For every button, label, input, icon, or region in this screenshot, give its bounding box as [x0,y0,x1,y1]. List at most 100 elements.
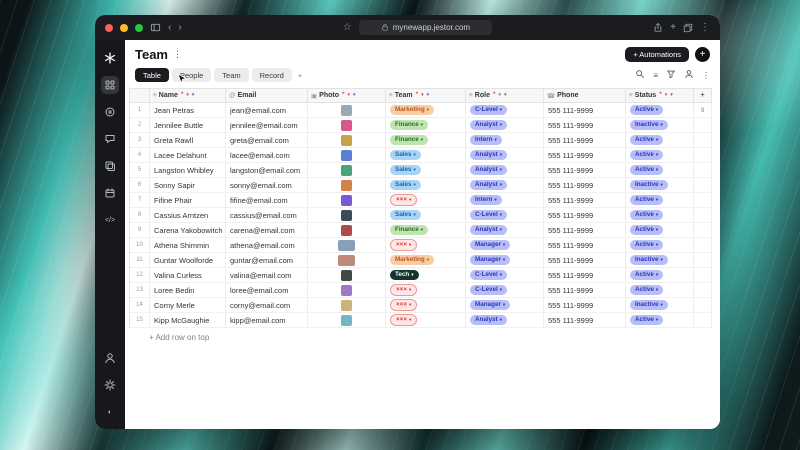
collaborators-icon[interactable] [684,69,694,81]
column-header-add[interactable]: + [694,89,712,103]
cell-extra[interactable] [694,283,712,298]
cell-status[interactable]: Active ▾ [626,208,694,223]
cell-status[interactable]: Active ▾ [626,283,694,298]
role-pill[interactable]: Manager ▾ [470,300,511,310]
row-number[interactable]: 12 [130,268,150,283]
status-pill[interactable]: Inactive ▾ [630,255,668,265]
cell-photo[interactable] [308,313,386,328]
status-pill[interactable]: Active ▾ [630,165,664,175]
cell-email[interactable]: jean@email.com [226,103,308,118]
cell-role[interactable]: C-Level ▾ [466,208,544,223]
theme-toggle-icon[interactable]: ◐ [101,403,119,421]
cell-status[interactable]: Active ▾ [626,313,694,328]
cell-extra[interactable] [694,163,712,178]
role-pill[interactable]: Analyst ▾ [470,315,508,325]
cell-name[interactable]: Cassius Arntzen [150,208,226,223]
role-pill[interactable]: C-Level ▾ [470,105,508,115]
cell-photo[interactable] [308,103,386,118]
team-pill[interactable]: Sales ▾ [390,165,421,175]
row-number[interactable]: 6 [130,178,150,193]
cell-email[interactable]: jennilee@email.com [226,118,308,133]
add-view-tab-button[interactable]: + [295,68,305,82]
team-pill[interactable]: ××× ▾ [390,284,418,296]
cell-extra[interactable] [694,193,712,208]
cell-name[interactable]: Loree Bedin [150,283,226,298]
team-pill[interactable]: Sales ▾ [390,210,421,220]
cell-phone[interactable]: 555 111-9999 [544,118,626,133]
share-icon[interactable] [653,22,663,33]
team-pill[interactable]: Finance ▾ [390,120,429,130]
column-header-name[interactable]: ≡ Name * ▾ ▾ [150,89,226,103]
status-pill[interactable]: Active ▾ [630,105,664,115]
cell-team[interactable]: ××× ▾ [386,283,466,298]
cell-status[interactable]: Inactive ▾ [626,178,694,193]
row-number[interactable]: 8 [130,208,150,223]
cell-status[interactable]: Active ▾ [626,163,694,178]
back-button[interactable]: ‹ [168,22,171,33]
cell-email[interactable]: sonny@email.com [226,178,308,193]
role-pill[interactable]: Analyst ▾ [470,150,508,160]
cell-team[interactable]: Tech ▾ [386,268,466,283]
cell-role[interactable]: C-Level ▾ [466,103,544,118]
cell-status[interactable]: Active ▾ [626,193,694,208]
cell-role[interactable]: C-Level ▾ [466,283,544,298]
cell-email[interactable]: cassius@email.com [226,208,308,223]
cell-email[interactable]: fifine@email.com [226,193,308,208]
cell-phone[interactable]: 555 111-9999 [544,148,626,163]
team-pill[interactable]: ××× ▾ [390,194,418,206]
cell-team[interactable]: Sales ▾ [386,178,466,193]
cell-photo[interactable] [308,253,386,268]
sidebar-item-chat[interactable] [101,130,119,148]
automations-button[interactable]: + Automations [625,47,689,62]
cell-extra[interactable] [694,238,712,253]
role-pill[interactable]: Analyst ▾ [470,180,508,190]
row-number[interactable]: 13 [130,283,150,298]
status-pill[interactable]: Active ▾ [630,210,664,220]
cell-name[interactable]: Langston Whibley [150,163,226,178]
tab-record[interactable]: Record [251,68,292,82]
team-pill[interactable]: Tech ▾ [390,270,419,280]
zoom-window-button[interactable] [135,23,143,32]
cell-team[interactable]: ××× ▾ [386,313,466,328]
status-pill[interactable]: Active ▾ [630,270,664,280]
cell-role[interactable]: Analyst ▾ [466,118,544,133]
cell-name[interactable]: Lacee Delahunt [150,148,226,163]
team-pill[interactable]: Sales ▾ [390,180,421,190]
cell-email[interactable]: valina@email.com [226,268,308,283]
cell-name[interactable]: Sonny Sapir [150,178,226,193]
cell-email[interactable]: langston@email.com [226,163,308,178]
cell-name[interactable]: Carena Yakobowitch [150,223,226,238]
user-profile-icon[interactable] [101,349,119,367]
cell-extra[interactable] [694,133,712,148]
cell-extra[interactable] [694,253,712,268]
team-pill[interactable]: Sales ▾ [390,150,421,160]
cell-extra[interactable] [694,148,712,163]
cell-name[interactable]: Guntar Woolforde [150,253,226,268]
tab-overview-icon[interactable] [683,23,693,33]
cell-team[interactable]: Sales ▾ [386,148,466,163]
cell-phone[interactable]: 555 111-9999 [544,208,626,223]
cell-photo[interactable] [308,283,386,298]
cell-role[interactable]: Manager ▾ [466,298,544,313]
cell-email[interactable]: athena@email.com [226,238,308,253]
status-pill[interactable]: Active ▾ [630,225,664,235]
cell-role[interactable]: C-Level ▾ [466,268,544,283]
cell-name[interactable]: Greta Rawll [150,133,226,148]
cell-role[interactable]: Analyst ▾ [466,223,544,238]
role-pill[interactable]: Analyst ▾ [470,120,508,130]
status-pill[interactable]: Active ▾ [630,285,664,295]
role-pill[interactable]: Analyst ▾ [470,225,508,235]
row-number[interactable]: 3 [130,133,150,148]
team-pill[interactable]: Finance ▾ [390,225,429,235]
cell-phone[interactable]: 555 111-9999 [544,178,626,193]
cell-name[interactable]: Fifine Phair [150,193,226,208]
cell-extra[interactable] [694,313,712,328]
cell-status[interactable]: Inactive ▾ [626,253,694,268]
cell-name[interactable]: Valina Curless [150,268,226,283]
cell-photo[interactable] [308,133,386,148]
cell-photo[interactable] [308,118,386,133]
cell-email[interactable]: loree@email.com [226,283,308,298]
status-pill[interactable]: Inactive ▾ [630,300,668,310]
settings-gear-icon[interactable] [101,376,119,394]
cell-team[interactable]: Marketing ▾ [386,253,466,268]
